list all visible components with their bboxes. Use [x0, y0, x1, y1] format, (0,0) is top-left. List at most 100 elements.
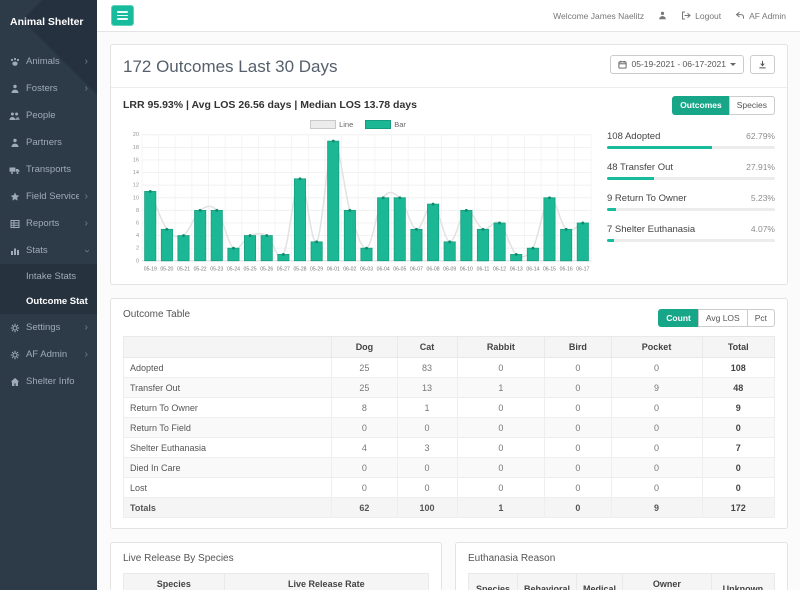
sidebar-item-people[interactable]: People [0, 102, 97, 129]
sidebar-item-label: Settings [26, 322, 79, 333]
svg-text:06-05: 06-05 [393, 266, 406, 272]
summary-percent: 5.23% [751, 193, 775, 203]
summary-label: 9 Return To Owner [607, 193, 687, 204]
cell-rabbit: 0 [457, 438, 545, 458]
user-icon [658, 11, 667, 20]
sidebar-item-partners[interactable]: Partners [0, 129, 97, 156]
cell-bird: 0 [545, 358, 611, 378]
sidebar-item-fosters[interactable]: Fosters › [0, 75, 97, 102]
svg-text:10: 10 [133, 195, 139, 201]
outcome-table: DogCatRabbitBirdPocketTotal Adopted 25 8… [123, 336, 775, 518]
sidebar-item-stats[interactable]: Stats › [0, 237, 97, 264]
cell-rabbit: 0 [457, 358, 545, 378]
summary-item: 48 Transfer Out 27.91% [607, 162, 775, 180]
app-root: Animal Shelter Animals › Fosters › Peopl… [0, 0, 800, 590]
cell-dog: 0 [332, 458, 397, 478]
cell-total: 7 [702, 438, 774, 458]
row-label: Transfer Out [124, 378, 332, 398]
live-release-title: Live Release By Species [123, 553, 429, 564]
euthanasia-reason-card: Euthanasia Reason SpeciesBehavioralMedic… [455, 542, 788, 590]
species-toggle-button[interactable]: Species [729, 96, 775, 115]
cell-rabbit: 0 [457, 418, 545, 438]
svg-text:05-23: 05-23 [210, 266, 223, 272]
sidebar-item-settings[interactable]: Settings › [0, 314, 97, 341]
avg-los-mode-button[interactable]: Avg LOS [698, 309, 748, 328]
sidebar-item-af-admin[interactable]: AF Admin › [0, 341, 97, 368]
table-row: Return To Owner 8 1 0 0 0 9 [124, 398, 775, 418]
cell-total: 0 [702, 418, 774, 438]
outcomes-bar-chart[interactable]: 0246810121416182005-1905-2005-2105-2205-… [123, 130, 593, 274]
table-row: Shelter Euthanasia 4 3 0 0 0 7 [124, 438, 775, 458]
summary-item: 9 Return To Owner 5.23% [607, 193, 775, 211]
outcome-table-title: Outcome Table [123, 309, 190, 320]
sidebar-item-animals[interactable]: Animals › [0, 48, 97, 75]
sidebar-toggle-button[interactable] [111, 5, 134, 26]
cell-pocket: 9 [611, 498, 702, 518]
chevron-right-icon: › [85, 219, 88, 229]
chevron-right-icon: › [85, 350, 88, 360]
sidebar-nav: Animals › Fosters › People Partners Tran… [0, 48, 97, 395]
cell-dog: 0 [332, 478, 397, 498]
cell-cat: 1 [397, 398, 457, 418]
topbar-right: Welcome James Naelitz Logout AF Admin [553, 11, 786, 21]
sidebar-item-label: Partners [26, 137, 88, 148]
cell-dog: 62 [332, 498, 397, 518]
svg-text:06-16: 06-16 [560, 266, 573, 272]
logout-icon [681, 11, 691, 20]
download-button[interactable] [750, 55, 775, 74]
euthanasia-table: SpeciesBehavioralMedicalOwner RequestedU… [468, 573, 775, 590]
user-menu-button[interactable] [658, 11, 667, 20]
pct-mode-button[interactable]: Pct [747, 309, 775, 328]
svg-text:06-11: 06-11 [477, 266, 490, 272]
logout-link[interactable]: Logout [681, 11, 721, 21]
sidebar-item-intake-stats[interactable]: Intake Stats [0, 264, 97, 289]
af-admin-link[interactable]: AF Admin [735, 11, 786, 21]
sidebar-item-reports[interactable]: Reports › [0, 210, 97, 237]
summary-label: 108 Adopted [607, 131, 660, 142]
chevron-right-icon: › [85, 323, 88, 333]
cell-cat: 3 [397, 438, 457, 458]
cell-total: 48 [702, 378, 774, 398]
cell-rabbit: 0 [457, 398, 545, 418]
cell-bird: 0 [545, 458, 611, 478]
euthanasia-header-row: SpeciesBehavioralMedicalOwner RequestedU… [469, 574, 775, 590]
bottom-row: Live Release By Species Species Live Rel… [110, 542, 788, 590]
summary-percent: 27.91% [746, 162, 775, 172]
calendar-icon [618, 60, 627, 69]
cell-rabbit: 0 [457, 458, 545, 478]
table-mode-toggle-group: Count Avg LOS Pct [658, 309, 775, 328]
svg-text:6: 6 [136, 220, 139, 226]
count-mode-button[interactable]: Count [658, 309, 699, 328]
date-range-picker[interactable]: 05-19-2021 - 06-17-2021 [610, 55, 744, 74]
legend-line: Line [310, 120, 353, 129]
sidebar-item-transports[interactable]: Transports [0, 156, 97, 183]
stats-submenu: Intake Stats Outcome Stats [0, 264, 97, 314]
table-row: Return To Field 0 0 0 0 0 0 [124, 418, 775, 438]
svg-text:06-13: 06-13 [510, 266, 523, 272]
view-toggle-group: Outcomes Species [672, 96, 775, 115]
sidebar-item-shelter-info[interactable]: Shelter Info [0, 368, 97, 395]
cell-cat: 0 [397, 478, 457, 498]
summary-percent: 62.79% [746, 131, 775, 141]
summary-percent: 4.07% [751, 224, 775, 234]
sidebar-item-field-services[interactable]: Field Services › [0, 183, 97, 210]
svg-text:05-29: 05-29 [310, 266, 323, 272]
sidebar-item-label: People [26, 110, 88, 121]
table-row: Totals 62 100 1 0 9 172 [124, 498, 775, 518]
chart-legend: Line Bar [123, 120, 593, 129]
column-header: Pocket [611, 337, 702, 358]
legend-line-swatch [310, 120, 336, 129]
row-label: Died In Care [124, 458, 332, 478]
table-row: Lost 0 0 0 0 0 0 [124, 478, 775, 498]
chevron-down-icon: › [81, 249, 91, 252]
summary-item: 108 Adopted 62.79% [607, 131, 775, 149]
star-icon [9, 192, 20, 202]
outcomes-toggle-button[interactable]: Outcomes [672, 96, 730, 115]
chevron-right-icon: › [85, 84, 88, 94]
column-header: Total [702, 337, 774, 358]
af-admin-label: AF Admin [749, 11, 786, 21]
outcome-summary-panel: 108 Adopted 62.79% 48 Transfer Out [607, 117, 775, 274]
cell-cat: 0 [397, 458, 457, 478]
svg-text:05-25: 05-25 [244, 266, 257, 272]
sidebar-item-outcome-stats[interactable]: Outcome Stats [0, 289, 97, 314]
